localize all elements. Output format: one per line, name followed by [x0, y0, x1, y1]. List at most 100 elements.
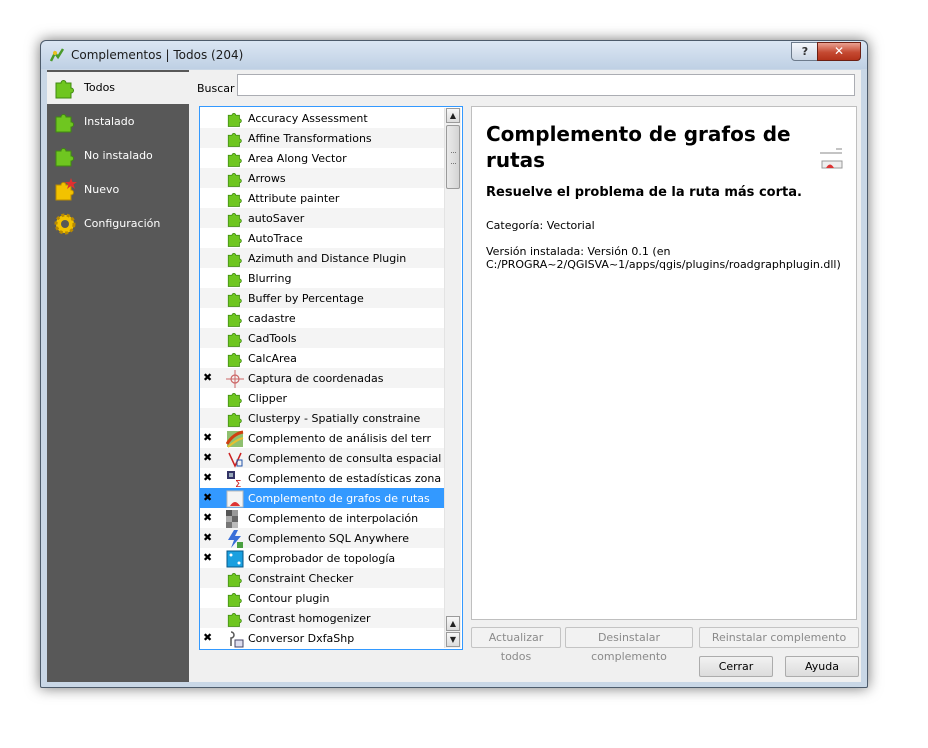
plugin-name: Affine Transformations: [248, 132, 372, 145]
road-graph-icon: [820, 148, 843, 169]
sidebar-item-2[interactable]: No instalado: [47, 140, 189, 172]
spatial-query-icon: [226, 450, 244, 468]
plugin-row[interactable]: CadTools: [200, 328, 446, 348]
plugin-checkbox[interactable]: [203, 272, 214, 283]
plugin-checkbox[interactable]: ✖: [203, 492, 214, 503]
plugin-row[interactable]: AutoTrace: [200, 228, 446, 248]
scroll-thumb[interactable]: [446, 125, 460, 189]
plugin-checkbox[interactable]: ✖: [203, 432, 214, 443]
plugin-version-line1: Versión instalada: Versión 0.1 (en: [486, 245, 671, 258]
list-scrollbar[interactable]: ▲ ▲ ▼: [444, 108, 461, 648]
plugin-checkbox[interactable]: [203, 192, 214, 203]
plugin-checkbox[interactable]: [203, 572, 214, 583]
plugin-row[interactable]: Clipper: [200, 388, 446, 408]
plugin-row[interactable]: ✖ Complemento de grafos de rutas: [200, 488, 446, 508]
plugin-row[interactable]: Affine Transformations: [200, 128, 446, 148]
plugin-row[interactable]: CalcArea: [200, 348, 446, 368]
dxf-icon: [226, 630, 244, 648]
plugin-row[interactable]: Azimuth and Distance Plugin: [200, 248, 446, 268]
plugin-row[interactable]: ✖ Comprobador de topología: [200, 548, 446, 568]
plugin-row[interactable]: autoSaver: [200, 208, 446, 228]
plugin-row[interactable]: Attribute painter: [200, 188, 446, 208]
plugin-name: Complemento de grafos de rutas: [248, 492, 430, 505]
plugin-row[interactable]: Contrast homogenizer: [200, 608, 446, 628]
plugin-name: Buffer by Percentage: [248, 292, 364, 305]
plugin-version-path: C:/PROGRA~2/QGISVA~1/apps/qgis/plugins/r…: [486, 258, 841, 271]
plugin-checkbox[interactable]: ✖: [203, 552, 214, 563]
uninstall-button[interactable]: Desinstalar complemento: [565, 627, 693, 663]
plugin-checkbox[interactable]: [203, 412, 214, 423]
plugin-checkbox[interactable]: [203, 352, 214, 363]
sidebar-item-3[interactable]: Nuevo: [47, 174, 189, 206]
sql-anywhere-icon: [226, 530, 244, 548]
puzzle-icon: [226, 190, 244, 208]
plugin-checkbox[interactable]: [203, 252, 214, 263]
sidebar-item-0[interactable]: Todos: [47, 72, 189, 104]
plugin-row[interactable]: Area Along Vector: [200, 148, 446, 168]
plugin-list[interactable]: ✖ Conversor DxfaShp Contrast homogenizer Co…: [199, 106, 463, 650]
help-titlebar-button[interactable]: ?: [791, 42, 819, 61]
plugin-checkbox[interactable]: [203, 592, 214, 603]
plugin-checkbox[interactable]: ✖: [203, 372, 214, 383]
plugin-row[interactable]: Arrows: [200, 168, 446, 188]
plugin-checkbox[interactable]: [203, 332, 214, 343]
plugin-row[interactable]: Blurring: [200, 268, 446, 288]
plugin-checkbox[interactable]: [203, 212, 214, 223]
puzzle-star-icon: [53, 178, 77, 202]
help-button[interactable]: Ayuda: [785, 656, 859, 677]
plugin-checkbox[interactable]: [203, 312, 214, 323]
plugin-row[interactable]: ✖ Conversor DxfaShp: [200, 628, 446, 648]
plugin-checkbox[interactable]: [203, 292, 214, 303]
road-graph-icon: [226, 490, 244, 508]
plugin-row[interactable]: Contour plugin: [200, 588, 446, 608]
plugin-checkbox[interactable]: [203, 152, 214, 163]
puzzle-icon: [226, 610, 244, 628]
plugin-checkbox[interactable]: ✖: [203, 472, 214, 483]
plugin-name: Captura de coordenadas: [248, 372, 384, 385]
close-titlebar-button[interactable]: ✕: [817, 42, 861, 61]
puzzle-icon: [226, 330, 244, 348]
scroll-up-button-lower[interactable]: ▲: [446, 616, 460, 631]
plugin-row[interactable]: ✖ Complemento de interpolación: [200, 508, 446, 528]
reinstall-button[interactable]: Reinstalar complemento: [699, 627, 859, 648]
search-input[interactable]: [237, 74, 855, 96]
plugin-name: Complemento de consulta espacial: [248, 452, 442, 465]
puzzle-icon: [226, 110, 244, 128]
puzzle-icon: [226, 210, 244, 228]
title-bar: Complementos | Todos (204) ? ✕: [41, 41, 867, 69]
plugin-checkbox[interactable]: [203, 172, 214, 183]
close-button[interactable]: Cerrar: [699, 656, 773, 677]
plugin-checkbox[interactable]: [203, 232, 214, 243]
plugin-checkbox[interactable]: ✖: [203, 532, 214, 543]
plugin-name: CalcArea: [248, 352, 297, 365]
plugin-name: Arrows: [248, 172, 286, 185]
plugin-checkbox[interactable]: [203, 112, 214, 123]
plugin-row[interactable]: ✖ Complemento de consulta espacial: [200, 448, 446, 468]
plugin-name: Complemento de interpolación: [248, 512, 419, 525]
plugin-checkbox[interactable]: ✖: [203, 512, 214, 523]
scroll-down-button[interactable]: ▼: [446, 632, 460, 647]
plugin-name: Blurring: [248, 272, 292, 285]
plugin-row[interactable]: ✖ Captura de coordenadas: [200, 368, 446, 388]
plugin-checkbox[interactable]: [203, 132, 214, 143]
upgrade-all-button[interactable]: Actualizar todos: [471, 627, 561, 663]
plugin-checkbox[interactable]: [203, 392, 214, 403]
qgis-logo-icon: [49, 48, 65, 62]
plugin-row[interactable]: ✖ Σ Complemento de estadísticas zona: [200, 468, 446, 490]
interpolation-icon: [226, 510, 244, 528]
puzzle-icon: [226, 270, 244, 288]
plugin-checkbox[interactable]: ✖: [203, 452, 214, 463]
plugin-row[interactable]: Clusterpy - Spatially constraine: [200, 408, 446, 428]
plugin-checkbox[interactable]: [203, 612, 214, 623]
sidebar-item-4[interactable]: Configuración: [47, 208, 189, 240]
plugin-checkbox[interactable]: ✖: [203, 632, 214, 643]
plugin-row[interactable]: Constraint Checker: [200, 568, 446, 588]
plugin-name: Accuracy Assessment: [248, 112, 368, 125]
plugin-row[interactable]: Accuracy Assessment: [200, 108, 446, 128]
plugin-row[interactable]: ✖ Complemento SQL Anywhere: [200, 528, 446, 548]
plugin-row[interactable]: Buffer by Percentage: [200, 288, 446, 308]
plugin-row[interactable]: ✖ Complemento de análisis del terr: [200, 428, 446, 448]
scroll-up-button[interactable]: ▲: [446, 108, 460, 123]
sidebar-item-1[interactable]: Instalado: [47, 106, 189, 138]
plugin-row[interactable]: cadastre: [200, 308, 446, 328]
